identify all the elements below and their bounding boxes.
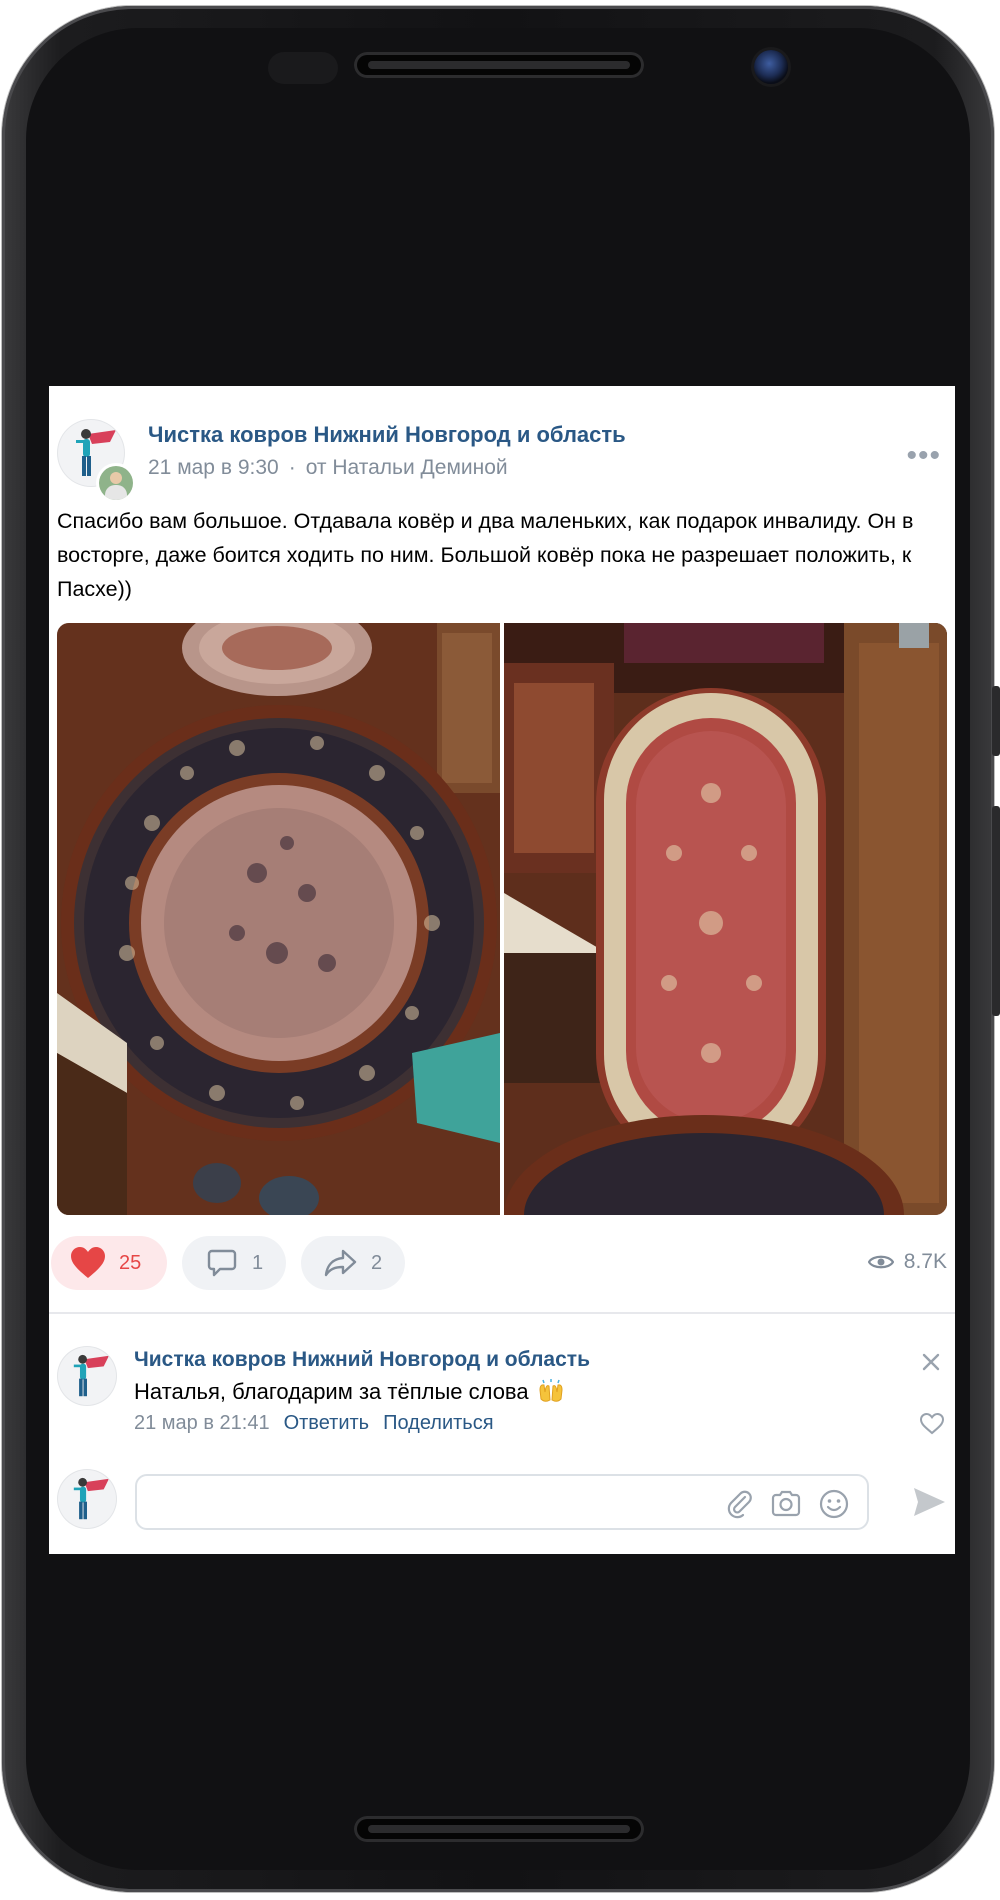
top-speaker [354, 52, 644, 78]
comments-divider [49, 1312, 955, 1314]
raising-hands-emoji-icon [539, 1379, 563, 1402]
more-options-icon[interactable]: ••• [906, 441, 941, 471]
post-photo-1[interactable] [57, 623, 500, 1215]
heart-icon [71, 1247, 105, 1278]
superhero-logo-icon [73, 1477, 109, 1520]
like-button[interactable]: 25 [51, 1236, 167, 1290]
eye-icon [867, 1255, 894, 1269]
round-carpet-photo [57, 623, 500, 1215]
post-text: Спасибо вам большое. Отдавала ковёр и дв… [57, 509, 914, 601]
views-counter: 8.7K [867, 1250, 947, 1274]
current-user-avatar [58, 1470, 116, 1528]
smile-icon[interactable] [817, 1487, 851, 1521]
post-date[interactable]: 21 мар в 9:30 [148, 456, 279, 479]
comment-date[interactable]: 21 мар в 21:41 [134, 1412, 270, 1434]
comment-count: 1 [252, 1251, 264, 1274]
proximity-sensor [268, 52, 338, 84]
share-button[interactable]: 2 [301, 1236, 405, 1290]
author-avatar[interactable] [99, 466, 133, 500]
camera-icon[interactable] [769, 1487, 803, 1521]
post-author[interactable]: Чистка ковров Нижний Новгород и область [148, 422, 626, 448]
comment-icon [207, 1249, 237, 1277]
share-count: 2 [371, 1251, 383, 1274]
power-button [992, 806, 1000, 1016]
share-icon [324, 1249, 357, 1277]
meta-separator: · [288, 456, 296, 479]
close-icon[interactable] [919, 1350, 943, 1374]
comment-meta: 21 мар в 21:41 Ответить Поделиться [134, 1412, 494, 1435]
comment-author[interactable]: Чистка ковров Нижний Новгород и область [134, 1348, 590, 1372]
post-photo-2[interactable] [504, 623, 947, 1215]
comment-button[interactable]: 1 [182, 1236, 286, 1290]
reply-link[interactable]: Ответить [284, 1412, 370, 1434]
front-camera [754, 50, 788, 84]
superhero-logo-icon [73, 1354, 109, 1397]
share-comment-link[interactable]: Поделиться [383, 1412, 493, 1434]
oval-carpet-photo [504, 623, 947, 1215]
comment-input[interactable] [135, 1474, 869, 1530]
vk-post-screen: Чистка ковров Нижний Новгород и область … [49, 386, 955, 1554]
views-count: 8.7K [903, 1250, 947, 1273]
volume-button [992, 686, 1000, 756]
bottom-speaker [354, 1816, 644, 1842]
comment-avatar[interactable] [58, 1347, 116, 1405]
paperclip-icon[interactable] [723, 1487, 757, 1521]
post-meta: 21 мар в 9:30 · от Натальи Деминой [148, 456, 508, 480]
like-count: 25 [119, 1251, 142, 1274]
post-actions: 25 1 2 8.7K [51, 1236, 951, 1290]
post-from[interactable]: от Натальи Деминой [306, 456, 508, 479]
comment-text-line: Наталья, благодарим за тёплые слова [134, 1378, 565, 1405]
comment-like-icon[interactable] [919, 1412, 945, 1436]
comment-text: Наталья, благодарим за тёплые слова [134, 1379, 529, 1404]
send-icon[interactable] [911, 1484, 947, 1520]
